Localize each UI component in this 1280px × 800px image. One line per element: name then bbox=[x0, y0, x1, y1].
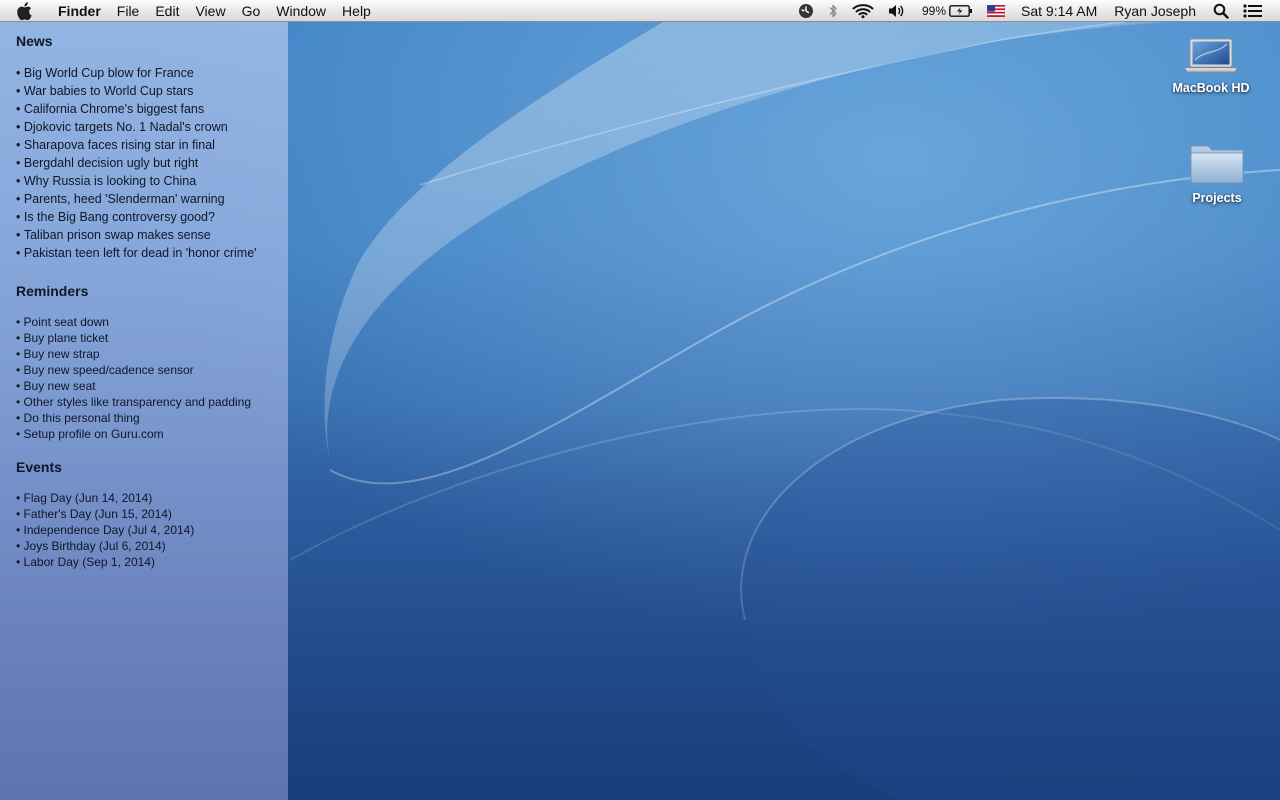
time-machine-icon[interactable] bbox=[798, 0, 814, 22]
user-account-menu[interactable]: Ryan Joseph bbox=[1114, 3, 1196, 19]
event-item[interactable]: Father's Day (Jun 15, 2014) bbox=[16, 506, 288, 522]
news-section: News Big World Cup blow for France War b… bbox=[16, 32, 288, 282]
menu-file[interactable]: File bbox=[109, 0, 148, 22]
menu-view[interactable]: View bbox=[187, 0, 233, 22]
bluetooth-icon[interactable] bbox=[828, 0, 838, 22]
menu-go[interactable]: Go bbox=[234, 0, 269, 22]
news-item[interactable]: Why Russia is looking to China bbox=[16, 172, 288, 190]
info-sidebar: News Big World Cup blow for France War b… bbox=[0, 22, 288, 800]
desktop-icon-projects[interactable]: Projects bbox=[1178, 140, 1256, 205]
volume-icon[interactable] bbox=[888, 0, 906, 22]
laptop-drive-icon bbox=[1162, 36, 1260, 79]
news-item[interactable]: Parents, heed 'Slenderman' warning bbox=[16, 190, 288, 208]
folder-icon bbox=[1178, 140, 1256, 189]
menu-clock[interactable]: Sat 9:14 AM bbox=[1021, 3, 1097, 19]
spotlight-search-icon[interactable] bbox=[1213, 0, 1229, 22]
reminders-list: Point seat down Buy plane ticket Buy new… bbox=[16, 314, 288, 442]
menu-finder[interactable]: Finder bbox=[54, 0, 109, 22]
desktop[interactable]: Finder File Edit View Go Window Help 99%… bbox=[0, 0, 1280, 800]
event-item[interactable]: Joys Birthday (Jul 6, 2014) bbox=[16, 538, 288, 554]
reminder-item[interactable]: Buy new seat bbox=[16, 378, 288, 394]
news-list: Big World Cup blow for France War babies… bbox=[16, 64, 288, 262]
news-item[interactable]: California Chrome's biggest fans bbox=[16, 100, 288, 118]
news-item[interactable]: Taliban prison swap makes sense bbox=[16, 226, 288, 244]
news-item[interactable]: Sharapova faces rising star in final bbox=[16, 136, 288, 154]
event-item[interactable]: Flag Day (Jun 14, 2014) bbox=[16, 490, 288, 506]
battery-status[interactable]: 99% bbox=[920, 0, 973, 22]
macbook-hd-label: MacBook HD bbox=[1172, 81, 1250, 95]
events-title: Events bbox=[16, 459, 62, 475]
menu-bar-extras: 99% Sat 9:14 AM Ryan Joseph bbox=[791, 0, 1280, 22]
news-item[interactable]: Pakistan teen left for dead in 'honor cr… bbox=[16, 244, 288, 262]
news-item[interactable]: Bergdahl decision ugly but right bbox=[16, 154, 288, 172]
desktop-icon-macbook-hd[interactable]: MacBook HD bbox=[1162, 36, 1260, 95]
battery-percent: 99% bbox=[921, 3, 946, 18]
news-item[interactable]: Is the Big Bang controversy good? bbox=[16, 208, 288, 226]
us-flag-input-icon[interactable] bbox=[987, 0, 1005, 22]
reminder-item[interactable]: Other styles like transparency and paddi… bbox=[16, 394, 288, 410]
news-title: News bbox=[16, 33, 53, 49]
menu-help[interactable]: Help bbox=[334, 0, 379, 22]
news-item[interactable]: Big World Cup blow for France bbox=[16, 64, 288, 82]
reminder-item[interactable]: Setup profile on Guru.com bbox=[16, 426, 288, 442]
menu-window[interactable]: Window bbox=[268, 0, 334, 22]
wifi-icon[interactable] bbox=[852, 0, 874, 22]
reminder-item[interactable]: Buy plane ticket bbox=[16, 330, 288, 346]
reminders-title: Reminders bbox=[16, 283, 89, 299]
event-item[interactable]: Independence Day (Jul 4, 2014) bbox=[16, 522, 288, 538]
reminder-item[interactable]: Buy new speed/cadence sensor bbox=[16, 362, 288, 378]
reminder-item[interactable]: Point seat down bbox=[16, 314, 288, 330]
news-item[interactable]: Djokovic targets No. 1 Nadal's crown bbox=[16, 118, 288, 136]
news-item[interactable]: War babies to World Cup stars bbox=[16, 82, 288, 100]
apple-logo-icon[interactable] bbox=[16, 1, 42, 20]
menu-edit[interactable]: Edit bbox=[147, 0, 187, 22]
events-list: Flag Day (Jun 14, 2014) Father's Day (Ju… bbox=[16, 490, 288, 570]
reminders-section: Reminders Point seat down Buy plane tick… bbox=[16, 282, 288, 458]
menu-bar: Finder File Edit View Go Window Help 99%… bbox=[0, 0, 1280, 22]
reminder-item[interactable]: Buy new strap bbox=[16, 346, 288, 362]
notification-center-icon[interactable] bbox=[1243, 0, 1263, 22]
reminder-item[interactable]: Do this personal thing bbox=[16, 410, 288, 426]
battery-icon bbox=[949, 4, 973, 18]
projects-label: Projects bbox=[1192, 191, 1242, 205]
menu-bar-left: Finder File Edit View Go Window Help bbox=[0, 0, 379, 22]
event-item[interactable]: Labor Day (Sep 1, 2014) bbox=[16, 554, 288, 570]
events-section: Events Flag Day (Jun 14, 2014) Father's … bbox=[16, 458, 288, 570]
